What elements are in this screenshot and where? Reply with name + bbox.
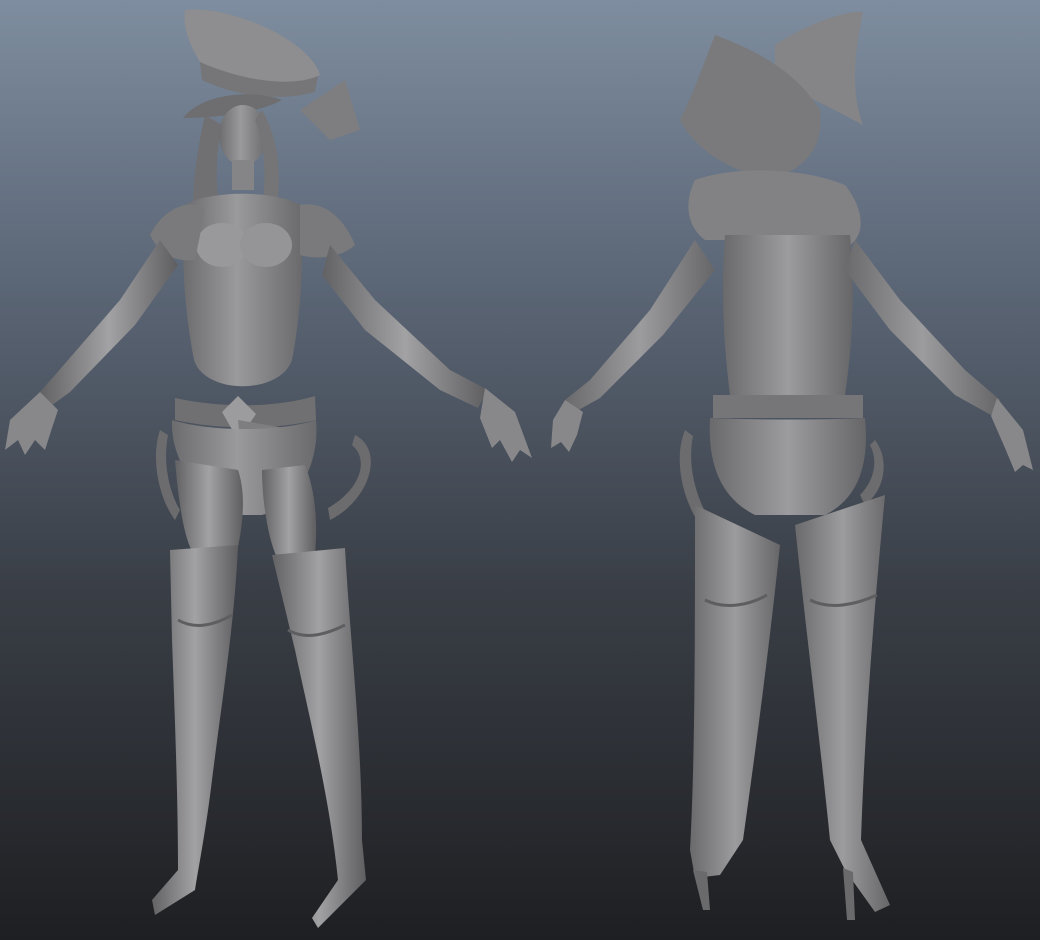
back-hand-right [991, 398, 1033, 472]
back-model-icon [551, 11, 1033, 920]
front-thigh-right [262, 465, 317, 560]
back-view-model[interactable] [545, 0, 1040, 940]
back-hips [709, 418, 866, 515]
front-ribbon-right [328, 435, 371, 520]
front-boot-right [272, 548, 366, 928]
front-view-model[interactable] [0, 0, 545, 940]
back-arm-right [845, 240, 1000, 415]
front-neck [232, 160, 254, 190]
back-boot-right [795, 495, 890, 912]
front-shoulder-right [300, 204, 355, 258]
front-bust-right [240, 223, 292, 267]
back-torso [722, 235, 853, 395]
back-arm-left [565, 240, 715, 412]
3d-viewport[interactable] [0, 0, 1040, 940]
back-boot-left [690, 505, 780, 878]
front-thigh-left [175, 460, 243, 560]
back-belt [713, 395, 863, 418]
front-model-icon [5, 9, 532, 928]
front-hand-right [480, 388, 532, 462]
front-arm-left [40, 240, 178, 405]
back-cape [688, 170, 861, 245]
front-boot-left [152, 545, 238, 915]
front-arm-right [322, 245, 488, 408]
